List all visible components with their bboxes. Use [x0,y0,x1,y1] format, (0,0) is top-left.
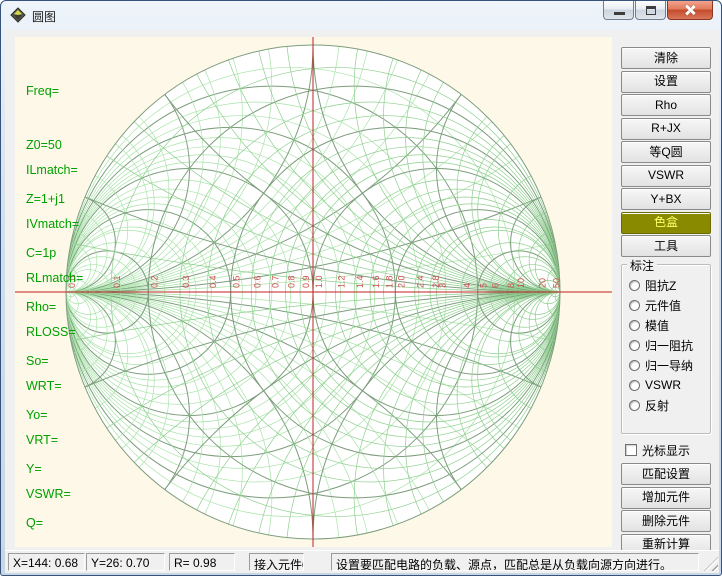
radio-icon [629,380,640,391]
radio-vswr[interactable]: VSWR [622,375,710,395]
app-icon [10,7,26,23]
svg-text:0.3: 0.3 [181,275,191,288]
tools-button[interactable]: 工具 [621,235,711,257]
readout-freq: Freq= [26,82,65,100]
radio-icon [629,360,640,371]
vswr-button[interactable]: VSWR [621,165,711,187]
svg-text:1.8: 1.8 [385,275,395,288]
radio-icon [629,320,640,331]
svg-text:50: 50 [551,278,561,288]
status-component-count: 接入元件0 [249,553,304,571]
smith-chart[interactable]: 0.00.10.20.30.40.50.60.70.80.91.01.21.41… [15,37,612,547]
svg-text:1.6: 1.6 [371,275,381,288]
svg-text:8: 8 [506,283,516,288]
radio-icon [629,400,640,411]
status-r: R= 0.98 [169,553,235,571]
annotation-group-title: 标注 [627,257,657,274]
radio-normalized-impedance[interactable]: 归一阻抗 [622,335,710,355]
rho-button[interactable]: Rho [621,94,711,116]
svg-text:3: 3 [438,283,448,288]
smith-chart-panel[interactable]: 0.00.10.20.30.40.50.60.70.80.91.01.21.41… [15,37,612,547]
equal-q-circle-button[interactable]: 等Q圆 [621,141,711,163]
delete-component-button[interactable]: 删除元件 [621,510,711,532]
readout-vrt: VRT= [26,431,83,449]
color-box-button[interactable]: 色盒 [621,212,711,234]
radio-impedance-z[interactable]: 阻抗Z [622,275,710,295]
svg-text:0.1: 0.1 [112,275,122,288]
checkbox-icon [625,444,637,456]
svg-text:0.2: 0.2 [149,275,159,288]
settings-button[interactable]: 设置 [621,71,711,93]
readout-rlmatch: RLmatch= [26,269,83,287]
readout-wrt: WRT= [26,377,83,395]
readout-ilmatch: ILmatch= [26,161,83,179]
svg-text:0.8: 0.8 [287,275,297,288]
close-icon [684,4,696,16]
readout-bottom: ILmatch= IVmatch= RLmatch= RLOSS= WRT= V… [26,125,83,539]
clear-button[interactable]: 清除 [621,47,711,69]
radio-icon [629,340,640,351]
titlebar[interactable]: 圆图 [1,1,721,30]
svg-text:2.0: 2.0 [396,275,406,288]
svg-text:1.2: 1.2 [336,275,346,288]
svg-text:1.4: 1.4 [355,275,365,288]
svg-text:0.5: 0.5 [232,275,242,288]
svg-text:0.9: 0.9 [301,275,311,288]
resize-grip[interactable] [704,557,718,571]
svg-text:20: 20 [537,278,547,288]
window-title: 圆图 [32,8,56,25]
radio-component-value[interactable]: 元件值 [622,295,710,315]
minimize-button[interactable] [603,1,634,20]
svg-text:2.4: 2.4 [416,275,426,288]
status-x: X=144: 0.68 [8,553,85,571]
readout-ivmatch: IVmatch= [26,215,83,233]
radio-icon [629,280,640,291]
client-area: 0.00.10.20.30.40.50.60.70.80.91.01.21.41… [5,30,719,573]
radio-reflection[interactable]: 反射 [622,395,710,415]
side-panel: 清除 设置 Rho R+JX 等Q圆 VSWR Y+BX 色盒 工具 标注 阻抗… [621,47,711,557]
caption-buttons [602,1,713,20]
match-settings-button[interactable]: 匹配设置 [621,463,711,485]
status-message: 设置要匹配电路的负载、源点，匹配总是从负载向源方向进行。 [331,553,699,571]
app-window: 圆图 0.00.10.20.30.40.50.60.70.80.91.01.21… [0,0,722,576]
close-button[interactable] [667,1,713,20]
add-component-button[interactable]: 增加元件 [621,487,711,509]
readout-rloss: RLOSS= [26,323,83,341]
radio-normalized-admittance[interactable]: 归一导纳 [622,355,710,375]
status-y: Y=26: 0.70 [86,553,165,571]
cursor-display-checkbox[interactable]: 光标显示 [621,442,711,458]
svg-text:6: 6 [490,283,500,288]
svg-text:0.6: 0.6 [252,275,262,288]
svg-text:1.0: 1.0 [314,275,324,288]
svg-text:5: 5 [479,283,489,288]
svg-text:10: 10 [516,278,526,288]
y-plus-bx-button[interactable]: Y+BX [621,188,711,210]
maximize-icon [646,6,656,15]
annotation-group: 标注 阻抗Z 元件值 模值 归一阻抗 [621,264,711,434]
r-plus-jx-button[interactable]: R+JX [621,118,711,140]
svg-text:0.7: 0.7 [270,275,280,288]
readout-vswr: VSWR= [26,485,83,503]
radio-icon [629,300,640,311]
svg-text:0.4: 0.4 [208,275,218,288]
maximize-button[interactable] [635,1,666,20]
svg-text:4: 4 [462,283,472,288]
action-buttons: 匹配设置 增加元件 删除元件 重新计算 [621,463,711,556]
statusbar: X=144: 0.68 Y=26: 0.70 R= 0.98 接入元件0 设置要… [5,550,719,572]
minimize-icon [614,12,625,15]
radio-modulus[interactable]: 模值 [622,315,710,335]
